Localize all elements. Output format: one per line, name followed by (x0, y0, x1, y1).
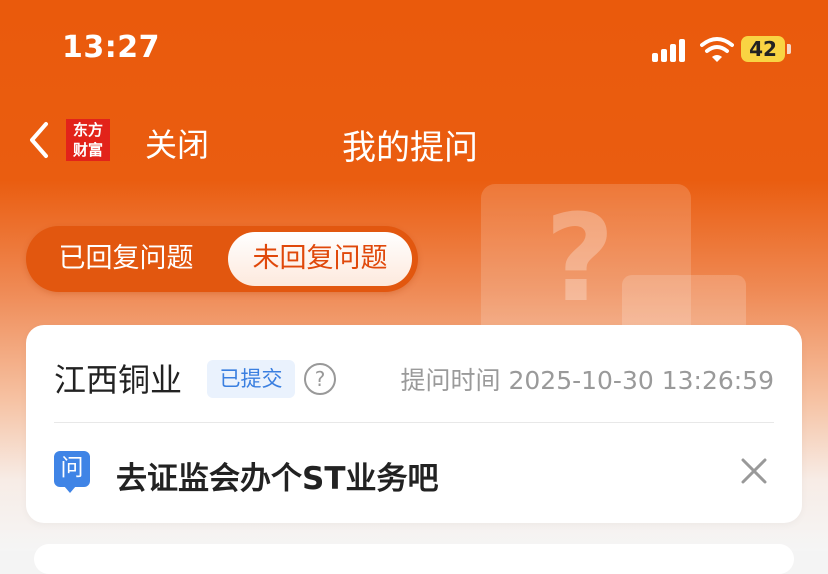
question-mark-illustration-icon: ? (545, 190, 615, 329)
logo-line2: 财富 (72, 141, 103, 159)
reply-status-tabs: 已回复问题 未回复问题 (26, 226, 418, 292)
logo-line1: 东方 (72, 121, 103, 139)
ask-time: 提问时间 2025-10-30 13:26:59 (400, 366, 774, 395)
back-chevron-icon[interactable] (26, 120, 54, 160)
close-icon[interactable] (740, 457, 768, 485)
close-button[interactable]: 关闭 (145, 120, 209, 166)
tab-unreplied[interactable]: 未回复问题 (228, 232, 412, 286)
signal-icon (652, 38, 692, 62)
status-badge: 已提交 (207, 360, 295, 398)
help-icon[interactable]: ? (304, 363, 336, 395)
divider (54, 422, 774, 423)
stock-name: 江西铜业 (54, 361, 183, 399)
question-text: 去证监会办个ST业务吧 (116, 461, 439, 497)
eastmoney-logo: 东方 财富 (66, 119, 110, 161)
tab-replied[interactable]: 已回复问题 (26, 226, 226, 292)
question-card[interactable]: 江西铜业 已提交 ? 提问时间 2025-10-30 13:26:59 问 去证… (26, 325, 802, 523)
wifi-icon (700, 37, 734, 62)
battery-tip (787, 44, 791, 54)
battery-indicator: 42 (741, 36, 785, 62)
status-time: 13:27 (62, 30, 160, 65)
page-title: 我的提问 (342, 128, 478, 168)
question-badge-icon: 问 (54, 451, 90, 493)
next-question-card[interactable] (34, 544, 794, 574)
